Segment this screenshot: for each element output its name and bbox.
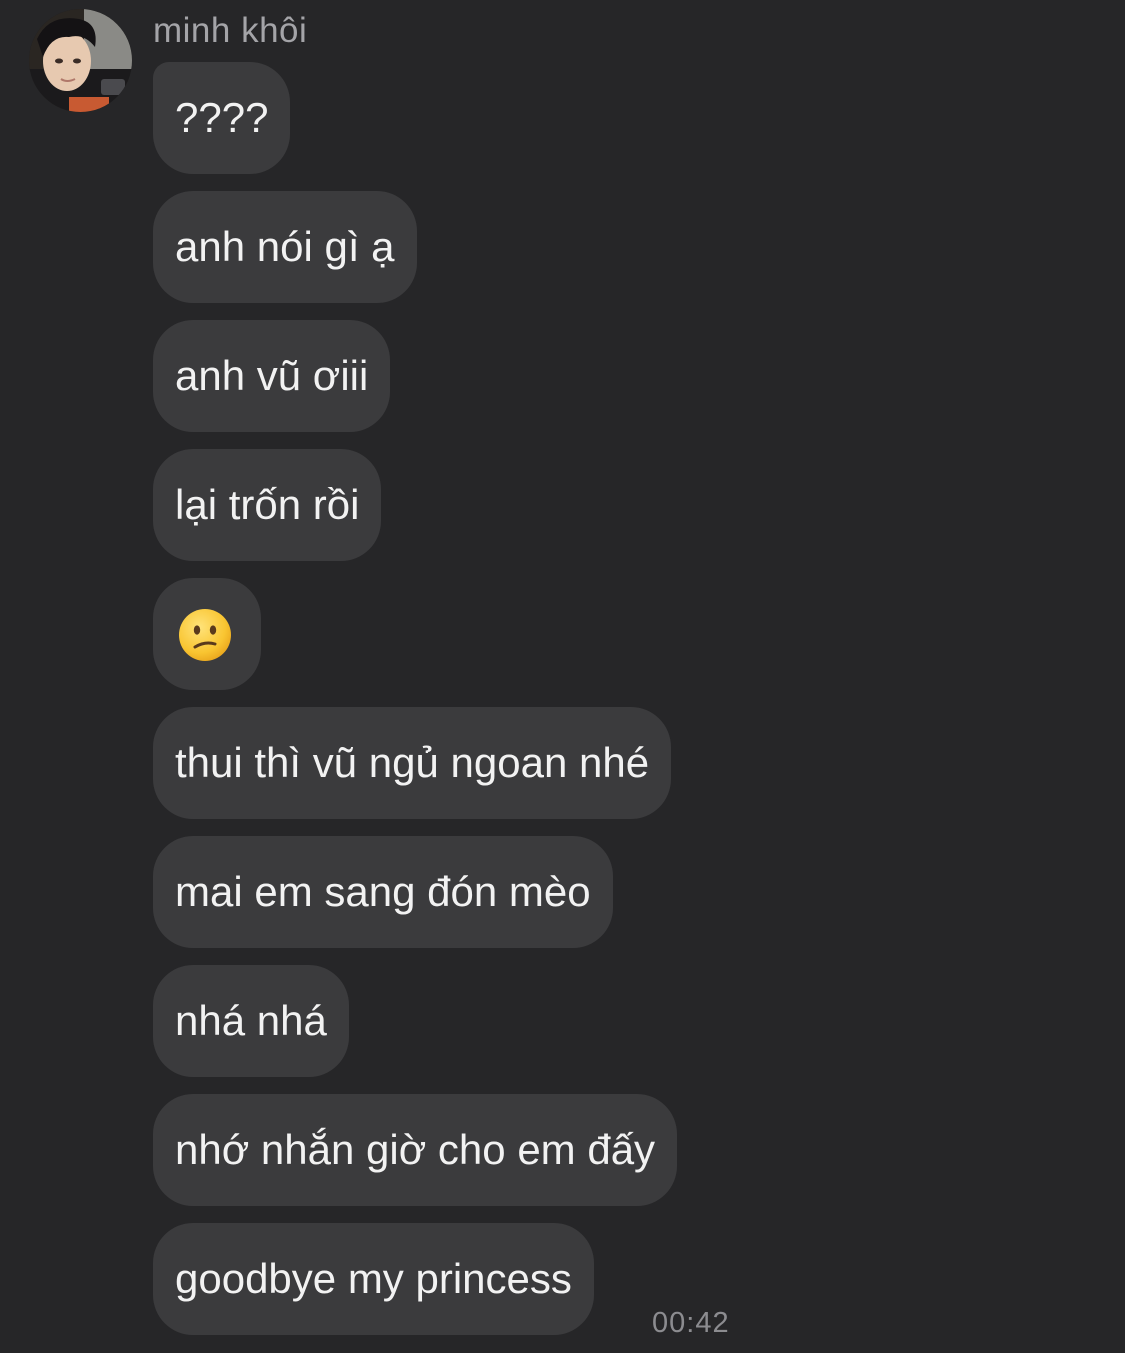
message-text: lại trốn rồi bbox=[175, 481, 360, 528]
message-bubble[interactable]: nhá nhá bbox=[153, 965, 349, 1077]
message-timestamp: 00:42 bbox=[652, 1307, 730, 1339]
chat-screen: minh khôi ???? anh nói gì ạ anh vũ ơiii … bbox=[0, 0, 1125, 1353]
avatar[interactable] bbox=[29, 9, 132, 112]
message-text: goodbye my princess bbox=[175, 1255, 572, 1302]
message-bubble[interactable]: goodbye my princess bbox=[153, 1223, 594, 1335]
avatar-photo bbox=[29, 9, 132, 112]
message-text: mai em sang đón mèo bbox=[175, 868, 591, 915]
confused-face-icon bbox=[179, 609, 231, 661]
message-bubble[interactable]: nhớ nhắn giờ cho em đấy bbox=[153, 1094, 678, 1206]
message-text: nhá nhá bbox=[175, 997, 327, 1044]
message-text: thui thì vũ ngủ ngoan nhé bbox=[175, 739, 650, 786]
message-bubble[interactable]: anh vũ ơiii bbox=[153, 320, 391, 432]
message-text: anh nói gì ạ bbox=[175, 223, 395, 270]
message-bubble[interactable]: ???? bbox=[153, 62, 291, 174]
message-bubble[interactable]: lại trốn rồi bbox=[153, 449, 382, 561]
sender-name: minh khôi bbox=[153, 11, 308, 50]
emoji-message-bubble[interactable] bbox=[153, 578, 261, 690]
message-text: anh vũ ơiii bbox=[175, 352, 369, 399]
message-bubble[interactable]: anh nói gì ạ bbox=[153, 191, 417, 303]
message-bubble[interactable]: mai em sang đón mèo bbox=[153, 836, 613, 948]
message-text: ???? bbox=[175, 94, 269, 141]
message-text: nhớ nhắn giờ cho em đấy bbox=[175, 1126, 656, 1173]
message-bubble[interactable]: thui thì vũ ngủ ngoan nhé bbox=[153, 707, 672, 819]
